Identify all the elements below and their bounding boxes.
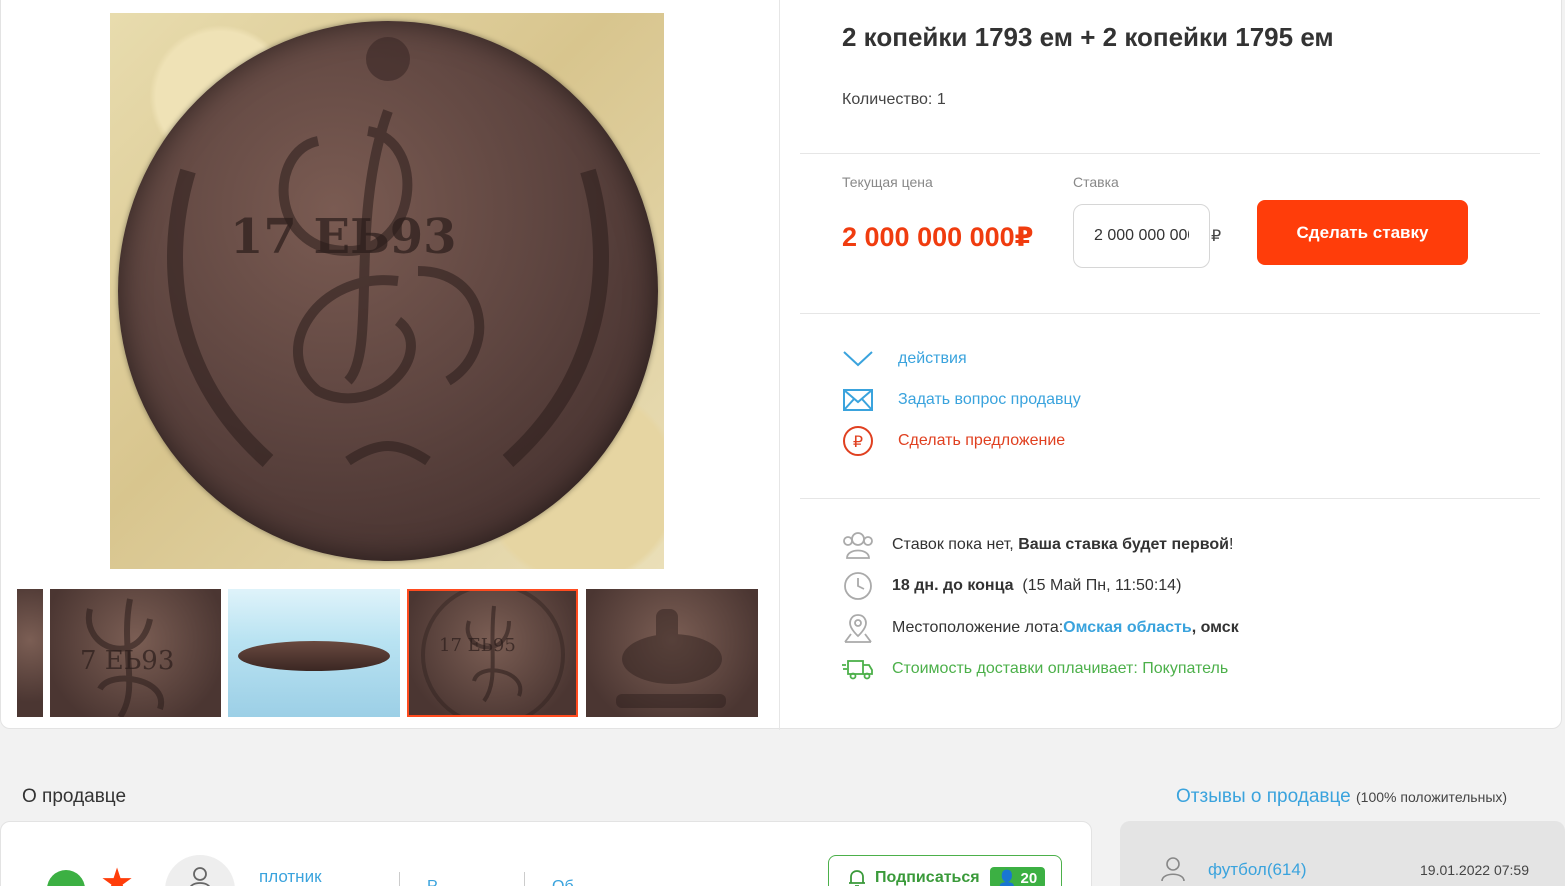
delivery-info: Стоимость доставки оплачивает: Покупател… — [842, 653, 1228, 685]
chevron-down-icon — [842, 343, 874, 375]
thumbnail-3-selected[interactable]: 17 ЕЬ95 — [407, 589, 578, 717]
currency-sign: ₽ — [1211, 228, 1222, 245]
coin-monogram-icon: 7 ЕЬ93 — [80, 598, 174, 717]
star-badge-icon: ★ — [100, 862, 135, 886]
reviews-link-label: Отзывы о продавце — [1176, 786, 1351, 807]
subscribers-count-text: 20 — [1020, 870, 1038, 886]
bid-input[interactable] — [1073, 204, 1210, 268]
location-city: , омск — [1191, 619, 1239, 636]
ask-seller-label: Задать вопрос продавцу — [898, 391, 1081, 408]
clock-icon — [842, 570, 874, 602]
current-price-label: Текущая цена — [842, 174, 933, 190]
time-left: 18 дн. до конца — [892, 577, 1014, 594]
bids-bold: Ваша ставка будет первой — [1018, 536, 1230, 553]
divider — [524, 872, 525, 886]
seller-reviews-link[interactable]: Отзывы о продавце (100% положительных) — [1176, 786, 1507, 808]
envelope-icon — [842, 384, 874, 416]
reviewer-name-link[interactable]: футбол(614) — [1208, 860, 1307, 880]
divider — [800, 498, 1540, 499]
subscribers-count: 👤 20 — [989, 867, 1046, 886]
actions-toggle[interactable]: действия — [842, 343, 967, 375]
subscribe-label: Подписаться — [875, 869, 980, 886]
location-label: Местоположение лота: — [892, 619, 1064, 636]
current-price: 2 000 000 000₽ — [842, 222, 1034, 252]
thumbnail-4[interactable] — [586, 589, 758, 717]
divider — [399, 872, 400, 886]
actions-label: действия — [898, 350, 967, 367]
coin-image: 17 ЕЬ93 — [118, 21, 658, 561]
coin-monogram-icon: 17 ЕЬ93 — [167, 37, 609, 467]
lot-quantity: Количество: 1 — [842, 91, 946, 108]
truck-icon — [842, 653, 874, 685]
bid-label: Ставка — [1073, 174, 1119, 190]
person-icon: 👤 — [997, 870, 1017, 886]
coin-year-text: 17 ЕЬ93 — [230, 209, 457, 265]
place-bid-button[interactable]: Сделать ставку — [1257, 200, 1468, 265]
svg-text:7 ЕЬ93: 7 ЕЬ93 — [80, 646, 174, 676]
seller-stat-link[interactable]: Р... — [427, 878, 448, 886]
location-region-link[interactable]: Омская область — [1063, 619, 1192, 637]
map-pin-icon — [842, 612, 874, 644]
ruble-circle-icon: ₽ — [842, 425, 874, 457]
bids-info: Ставок пока нет, Ваша ставка будет перво… — [842, 529, 1233, 561]
svg-text:17 ЕЬ95: 17 ЕЬ95 — [439, 635, 516, 656]
lot-title: 2 копейки 1793 ем + 2 копейки 1795 ем — [842, 22, 1334, 52]
seller-stat-link[interactable]: Об... — [552, 878, 587, 886]
subscribe-button[interactable]: Подписаться 👤 20 — [828, 855, 1062, 886]
time-info: 18 дн. до конца (15 Май Пн, 11:50:14) — [842, 570, 1181, 602]
column-divider — [779, 0, 780, 730]
seller-section-title: О продавце — [22, 786, 127, 807]
divider — [800, 153, 1540, 154]
user-icon — [1161, 857, 1185, 882]
reviews-positive: (100% положительных) — [1356, 789, 1508, 805]
seller-name-link[interactable]: плотник — [259, 867, 322, 886]
location-info: Местоположение лота: Омская область, омск — [842, 612, 1239, 644]
make-offer-link[interactable]: ₽ Сделать предложение — [842, 425, 1065, 457]
bell-icon — [849, 870, 865, 886]
coin-monogram-icon: 17 ЕЬ95 — [421, 591, 565, 715]
coin-edge-image — [238, 641, 390, 671]
divider — [800, 313, 1540, 314]
thumbnail-2[interactable] — [228, 589, 400, 717]
thumbnail-partial[interactable] — [17, 589, 43, 717]
review-date: 19.01.2022 07:59 — [1420, 862, 1529, 878]
coin-rider-icon — [616, 609, 726, 708]
user-icon — [190, 867, 210, 886]
delivery-text: Стоимость доставки оплачивает: Покупател… — [892, 660, 1229, 677]
svg-text:₽: ₽ — [853, 432, 863, 451]
end-date: (15 Май Пн, 11:50:14) — [1022, 577, 1182, 594]
thumbnail-1[interactable]: 7 ЕЬ93 — [50, 589, 221, 717]
make-offer-label: Сделать предложение — [898, 432, 1066, 449]
ask-seller-link[interactable]: Задать вопрос продавцу — [842, 384, 1081, 416]
main-photo[interactable]: 17 ЕЬ93 — [110, 13, 664, 569]
users-group-icon — [842, 529, 874, 561]
bids-text: Ставок пока нет, — [892, 536, 1014, 553]
bids-end: ! — [1229, 536, 1234, 553]
